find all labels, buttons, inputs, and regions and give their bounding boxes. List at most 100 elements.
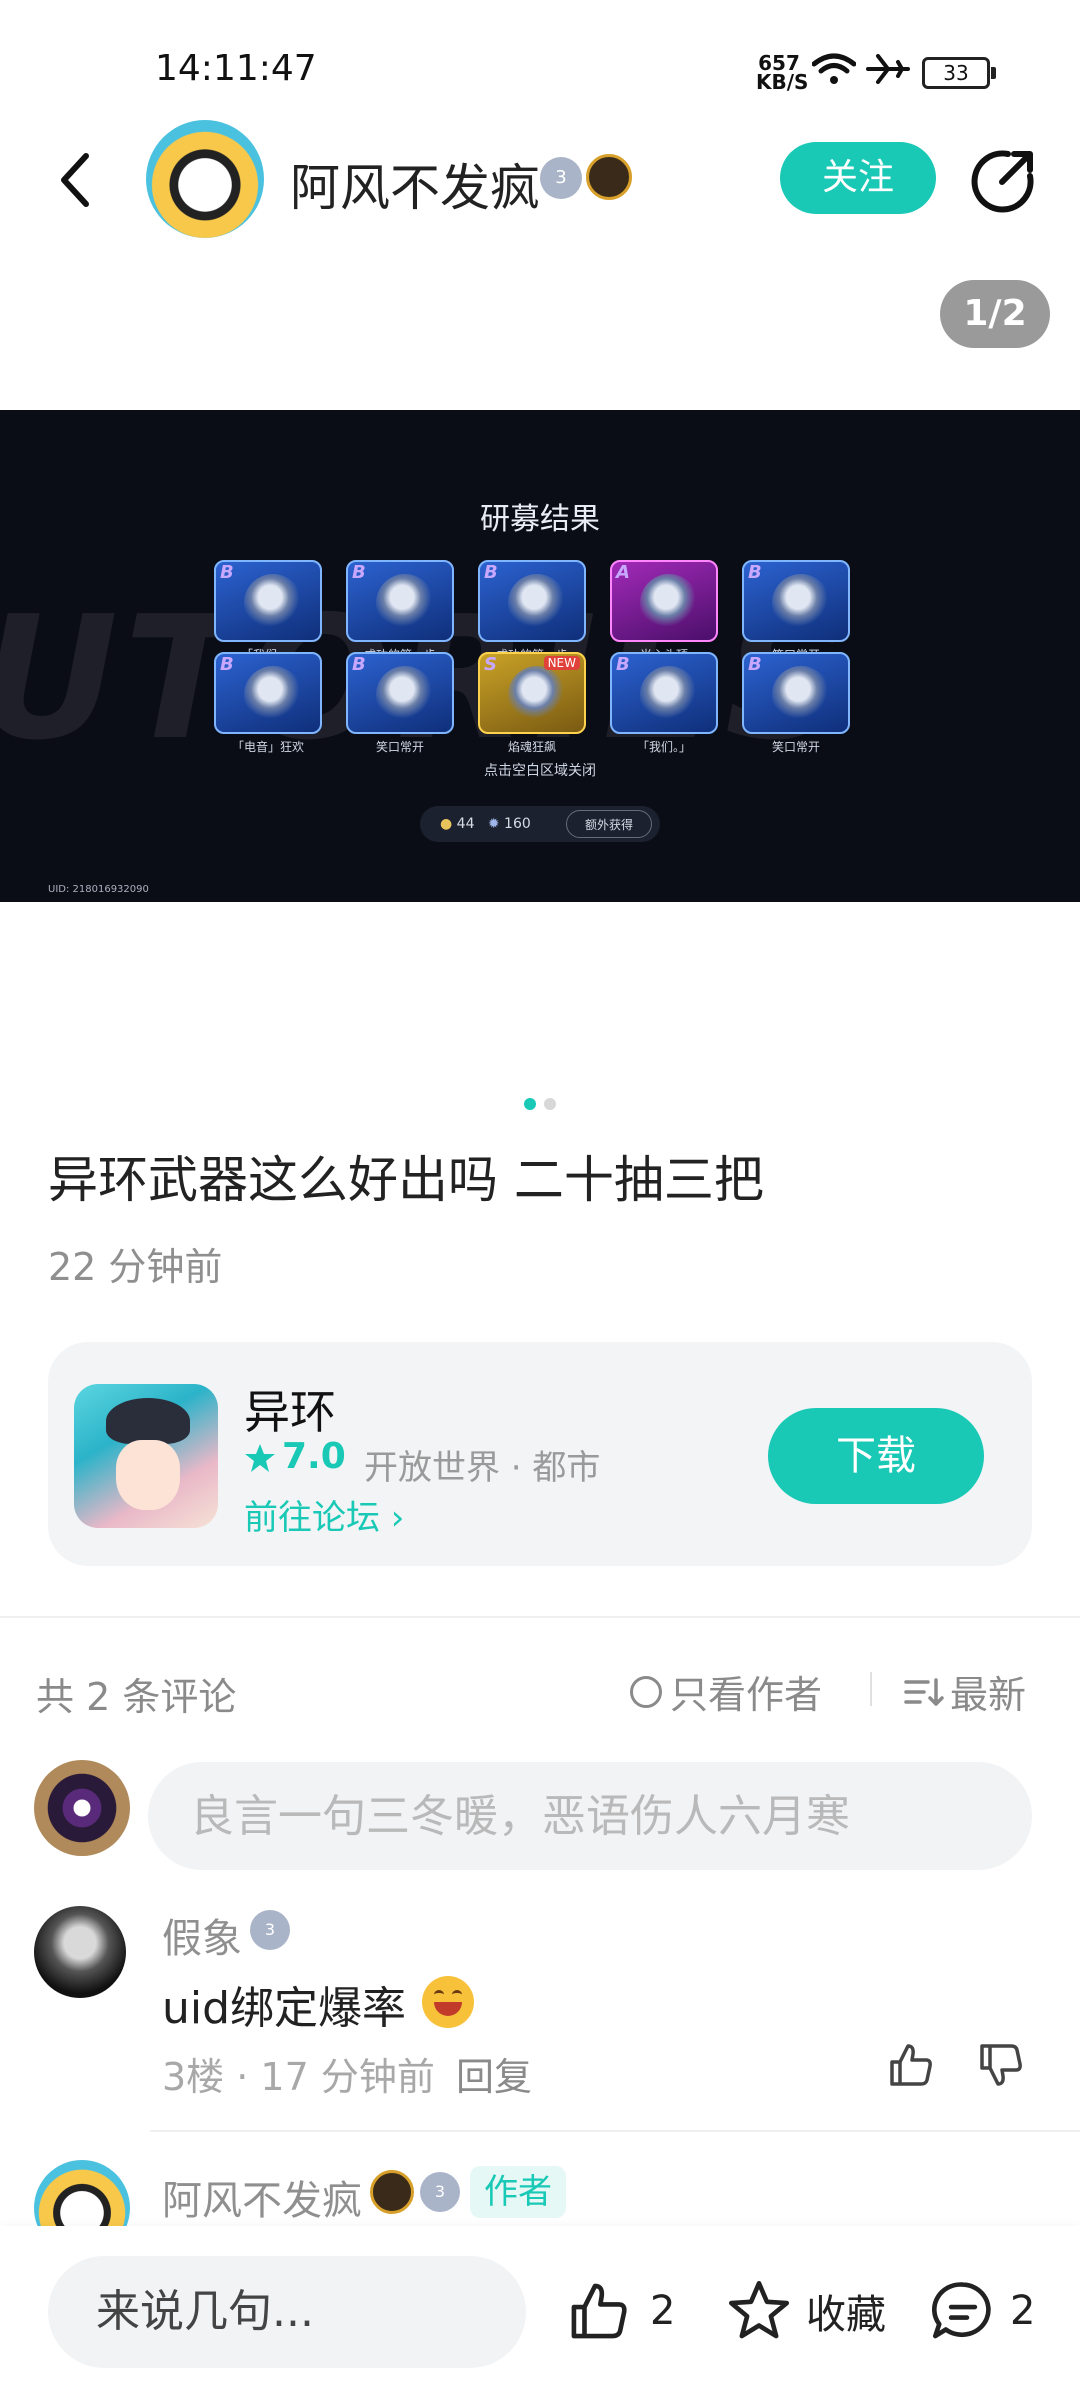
weapon-art-icon: [772, 666, 830, 724]
gacha-card: B: [346, 652, 454, 734]
comment-divider: [150, 2130, 1080, 2132]
author-avatar[interactable]: [146, 120, 264, 238]
follow-button[interactable]: 关注: [780, 142, 936, 214]
author-tag: 作者: [470, 2166, 566, 2218]
sort-button[interactable]: 最新: [904, 1664, 1026, 1719]
gacha-card-rank: B: [748, 562, 762, 583]
weapon-art-icon: [508, 574, 566, 632]
gacha-card: B: [346, 560, 454, 642]
author-only-toggle[interactable]: 只看作者: [630, 1664, 822, 1719]
gacha-card-rank: B: [220, 654, 234, 675]
status-time: 14:11:47: [155, 48, 317, 89]
comment-button[interactable]: 2: [930, 2278, 1035, 2344]
airplane-icon: [866, 54, 910, 84]
comment-input[interactable]: [148, 1762, 1032, 1870]
currency-a: 44: [456, 816, 475, 832]
gacha-card: B: [742, 652, 850, 734]
section-divider: [0, 1616, 1080, 1618]
level-badge: 3: [540, 157, 582, 199]
gacha-result-title: 研募结果: [480, 502, 600, 537]
battery-indicator: 33: [922, 57, 996, 89]
carousel-dot: [544, 1098, 556, 1110]
reply-button[interactable]: 回复: [456, 2046, 532, 2101]
comment-count-badge: 2: [1010, 2288, 1036, 2334]
star-icon: [728, 2280, 790, 2339]
bottom-comment-input[interactable]: 来说几句...: [48, 2256, 526, 2368]
currency-b: 160: [504, 816, 531, 832]
carousel-dot-active: [524, 1098, 536, 1110]
comment-bubble-icon: [931, 2282, 991, 2339]
new-badge: NEW: [543, 656, 580, 670]
commenter-level-badge: 3: [250, 1910, 290, 1950]
like-count: 2: [650, 2288, 676, 2334]
weapon-art-icon: [244, 666, 302, 724]
medal-badge-icon: [586, 154, 632, 200]
sort-divider: [870, 1672, 872, 1706]
thumbs-up-icon[interactable]: [886, 2040, 936, 2090]
wifi-icon: [812, 53, 856, 84]
grin-emoji-icon: [422, 1976, 474, 2028]
gacha-card-name: 笑口常开: [375, 740, 424, 754]
download-button[interactable]: 下载: [768, 1408, 984, 1504]
author-name[interactable]: 阿风不发疯: [290, 148, 540, 220]
image-counter: 1/2: [940, 280, 1050, 348]
gacha-card: B: [214, 560, 322, 642]
rating-star-icon: [245, 1444, 275, 1472]
comment-count: 共 2 条评论: [36, 1675, 237, 1719]
game-icon[interactable]: [74, 1384, 218, 1528]
weapon-art-icon: [640, 666, 698, 724]
commenter-avatar[interactable]: [34, 1906, 126, 1998]
comment-text: uid绑定爆率: [162, 1983, 407, 2034]
gacha-card-name: 笑口常开: [771, 740, 820, 754]
gacha-card-rank: B: [352, 654, 366, 675]
game-tags: 开放世界 · 都市: [364, 1448, 601, 1488]
forum-link[interactable]: 前往论坛 ›: [244, 1490, 404, 1539]
game-rating: 7.0: [282, 1436, 346, 1477]
gacha-card-rank: B: [616, 654, 630, 675]
commenter-name[interactable]: 假象: [162, 1906, 242, 1964]
gacha-card-rank: B: [748, 654, 762, 675]
gacha-card-rank: B: [220, 562, 234, 583]
gacha-card-name: 焰魂狂飙: [507, 740, 556, 754]
reply-author-name[interactable]: 阿风不发疯: [162, 2168, 362, 2226]
sort-label: 最新: [950, 1673, 1027, 1717]
comment-meta: 3楼 · 17 分钟前: [162, 2055, 435, 2099]
gacha-extra-button: 额外获得: [566, 810, 652, 838]
gacha-card: S NEW: [478, 652, 586, 734]
like-button[interactable]: 2: [566, 2278, 675, 2344]
reply-level-badge: 3: [420, 2172, 460, 2212]
post-image[interactable]: UTORIES 研募结果 B「我们。」B成功的第一步B成功的第一步A当心头顶B笑…: [0, 410, 1080, 902]
post-time: 22 分钟前: [48, 1245, 223, 1289]
back-button[interactable]: [48, 140, 108, 220]
gacha-card: A: [610, 560, 718, 642]
favorite-button[interactable]: 收藏: [726, 2278, 886, 2344]
thumbs-up-icon: [571, 2283, 627, 2339]
medal-badge-icon: [370, 2170, 414, 2214]
author-only-label: 只看作者: [670, 1673, 823, 1717]
gacha-close-hint: 点击空白区域关闭: [484, 763, 596, 779]
weapon-art-icon: [376, 574, 434, 632]
favorite-label: 收藏: [806, 2292, 886, 2338]
radio-circle-icon: [630, 1675, 662, 1708]
gacha-card-rank: B: [352, 562, 366, 583]
post-title: 异环武器这么好出吗 二十抽三把: [48, 1151, 764, 1209]
weapon-art-icon: [640, 574, 698, 632]
gacha-card: B: [742, 560, 850, 642]
network-speed: 657 KB/S: [756, 51, 809, 94]
gacha-card-rank: S: [484, 654, 497, 675]
weapon-art-icon: [508, 666, 566, 724]
gacha-card: B: [478, 560, 586, 642]
gacha-card-name: 「我们。」: [636, 740, 691, 754]
uid-label: UID: 218016932090: [48, 884, 149, 895]
weapon-art-icon: [376, 666, 434, 724]
sort-icon: [904, 1677, 944, 1706]
gacha-card-rank: B: [484, 562, 498, 583]
weapon-art-icon: [244, 574, 302, 632]
gacha-card-name: 「电音」狂欢: [231, 740, 304, 754]
share-icon[interactable]: [968, 146, 1038, 216]
thumbs-down-icon[interactable]: [976, 2040, 1026, 2090]
my-avatar: [34, 1760, 130, 1856]
weapon-art-icon: [772, 574, 830, 632]
game-name: 异环: [244, 1385, 336, 1439]
gacha-card: B: [214, 652, 322, 734]
